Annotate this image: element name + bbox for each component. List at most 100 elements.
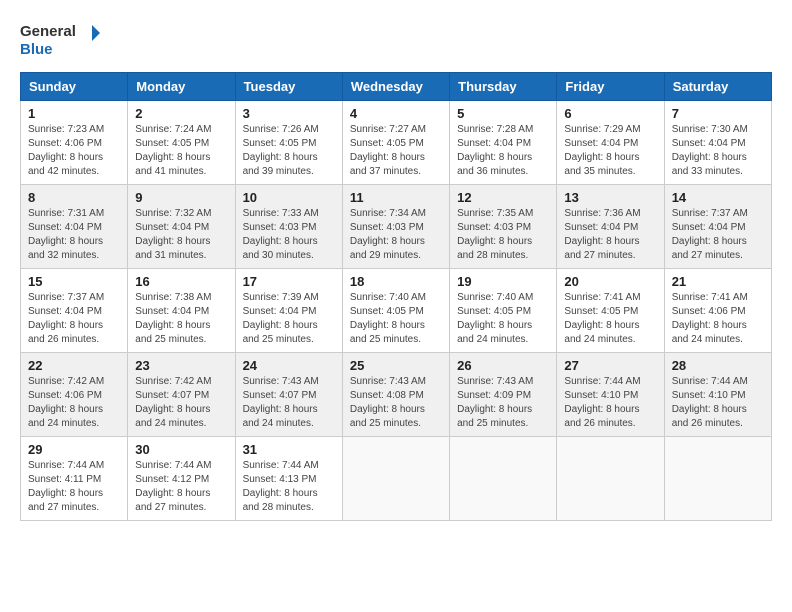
day-info: Sunrise: 7:44 AMSunset: 4:12 PMDaylight:… (135, 459, 227, 515)
day-info: Sunrise: 7:28 AMSunset: 4:04 PMDaylight:… (457, 123, 549, 179)
day-info: Sunrise: 7:34 AMSunset: 4:03 PMDaylight:… (350, 207, 442, 263)
calendar-week-row: 15Sunrise: 7:37 AMSunset: 4:04 PMDayligh… (21, 269, 772, 353)
day-info: Sunrise: 7:40 AMSunset: 4:05 PMDaylight:… (350, 291, 442, 347)
day-info: Sunrise: 7:35 AMSunset: 4:03 PMDaylight:… (457, 207, 549, 263)
day-info: Sunrise: 7:44 AMSunset: 4:10 PMDaylight:… (672, 375, 764, 431)
calendar-week-row: 22 Sunrise: 7:42 AMSunset: 4:06 PMDayligh… (21, 353, 772, 437)
calendar-cell: 14 Sunrise: 7:37 AMSunset: 4:04 PMDayligh… (664, 185, 771, 269)
calendar-cell: 18 Sunrise: 7:40 AMSunset: 4:05 PMDayligh… (342, 269, 449, 353)
day-info: Sunrise: 7:42 AMSunset: 4:06 PMDaylight:… (28, 375, 120, 431)
day-number: 21 (672, 274, 764, 289)
day-number: 31 (243, 442, 335, 457)
day-number: 13 (564, 190, 656, 205)
calendar-cell: 25Sunrise: 7:43 AMSunset: 4:08 PMDayligh… (342, 353, 449, 437)
svg-text:Blue: Blue (20, 41, 53, 58)
calendar-cell: 6 Sunrise: 7:29 AMSunset: 4:04 PMDaylight… (557, 101, 664, 185)
day-number: 28 (672, 358, 764, 373)
day-info: Sunrise: 7:43 AMSunset: 4:09 PMDaylight:… (457, 375, 549, 431)
day-number: 29 (28, 442, 120, 457)
day-number: 24 (243, 358, 335, 373)
day-info: Sunrise: 7:44 AMSunset: 4:10 PMDaylight:… (564, 375, 656, 431)
calendar-cell: 23Sunrise: 7:42 AMSunset: 4:07 PMDayligh… (128, 353, 235, 437)
day-info: Sunrise: 7:24 AMSunset: 4:05 PMDaylight:… (135, 123, 227, 179)
calendar-cell: 11Sunrise: 7:34 AMSunset: 4:03 PMDayligh… (342, 185, 449, 269)
calendar-cell (342, 437, 449, 521)
calendar-cell: 19 Sunrise: 7:40 AMSunset: 4:05 PMDayligh… (450, 269, 557, 353)
day-number: 12 (457, 190, 549, 205)
calendar-cell: 12 Sunrise: 7:35 AMSunset: 4:03 PMDayligh… (450, 185, 557, 269)
calendar-cell: 10 Sunrise: 7:33 AMSunset: 4:03 PMDayligh… (235, 185, 342, 269)
day-info: Sunrise: 7:32 AMSunset: 4:04 PMDaylight:… (135, 207, 227, 263)
day-info: Sunrise: 7:30 AMSunset: 4:04 PMDaylight:… (672, 123, 764, 179)
calendar-cell (450, 437, 557, 521)
day-number: 19 (457, 274, 549, 289)
day-number: 20 (564, 274, 656, 289)
day-info: Sunrise: 7:33 AMSunset: 4:03 PMDaylight:… (243, 207, 335, 263)
day-number: 10 (243, 190, 335, 205)
day-number: 7 (672, 106, 764, 121)
day-info: Sunrise: 7:40 AMSunset: 4:05 PMDaylight:… (457, 291, 549, 347)
day-number: 5 (457, 106, 549, 121)
day-info: Sunrise: 7:44 AMSunset: 4:11 PMDaylight:… (28, 459, 120, 515)
day-number: 2 (135, 106, 227, 121)
day-info: Sunrise: 7:43 AMSunset: 4:08 PMDaylight:… (350, 375, 442, 431)
day-info: Sunrise: 7:37 AMSunset: 4:04 PMDaylight:… (28, 291, 120, 347)
day-number: 6 (564, 106, 656, 121)
day-number: 30 (135, 442, 227, 457)
day-info: Sunrise: 7:39 AMSunset: 4:04 PMDaylight:… (243, 291, 335, 347)
day-number: 8 (28, 190, 120, 205)
calendar-cell (664, 437, 771, 521)
day-info: Sunrise: 7:27 AMSunset: 4:05 PMDaylight:… (350, 123, 442, 179)
calendar-week-row: 29 Sunrise: 7:44 AMSunset: 4:11 PMDayligh… (21, 437, 772, 521)
day-info: Sunrise: 7:41 AMSunset: 4:06 PMDaylight:… (672, 291, 764, 347)
calendar-cell: 21 Sunrise: 7:41 AMSunset: 4:06 PMDayligh… (664, 269, 771, 353)
calendar-cell: 3 Sunrise: 7:26 AMSunset: 4:05 PMDaylight… (235, 101, 342, 185)
calendar-cell: 4Sunrise: 7:27 AMSunset: 4:05 PMDaylight… (342, 101, 449, 185)
calendar-cell: 22 Sunrise: 7:42 AMSunset: 4:06 PMDayligh… (21, 353, 128, 437)
calendar-cell: 26 Sunrise: 7:43 AMSunset: 4:09 PMDayligh… (450, 353, 557, 437)
day-number: 27 (564, 358, 656, 373)
day-info: Sunrise: 7:26 AMSunset: 4:05 PMDaylight:… (243, 123, 335, 179)
calendar-cell: 20 Sunrise: 7:41 AMSunset: 4:05 PMDayligh… (557, 269, 664, 353)
calendar-table: SundayMondayTuesdayWednesdayThursdayFrid… (20, 72, 772, 521)
calendar-cell: 7 Sunrise: 7:30 AMSunset: 4:04 PMDaylight… (664, 101, 771, 185)
day-info: Sunrise: 7:29 AMSunset: 4:04 PMDaylight:… (564, 123, 656, 179)
calendar-cell: 27 Sunrise: 7:44 AMSunset: 4:10 PMDayligh… (557, 353, 664, 437)
day-number: 1 (28, 106, 120, 121)
day-number: 18 (350, 274, 442, 289)
calendar-cell: 9 Sunrise: 7:32 AMSunset: 4:04 PMDaylight… (128, 185, 235, 269)
col-header-wednesday: Wednesday (342, 73, 449, 101)
calendar-cell: 13Sunrise: 7:36 AMSunset: 4:04 PMDayligh… (557, 185, 664, 269)
logo-svg: General Blue (20, 20, 100, 62)
col-header-monday: Monday (128, 73, 235, 101)
calendar-cell: 24Sunrise: 7:43 AMSunset: 4:07 PMDayligh… (235, 353, 342, 437)
day-number: 9 (135, 190, 227, 205)
day-info: Sunrise: 7:23 AMSunset: 4:06 PMDaylight:… (28, 123, 120, 179)
col-header-thursday: Thursday (450, 73, 557, 101)
col-header-sunday: Sunday (21, 73, 128, 101)
day-info: Sunrise: 7:38 AMSunset: 4:04 PMDaylight:… (135, 291, 227, 347)
header: General Blue (20, 20, 772, 62)
day-info: Sunrise: 7:44 AMSunset: 4:13 PMDaylight:… (243, 459, 335, 515)
calendar-cell: 29 Sunrise: 7:44 AMSunset: 4:11 PMDayligh… (21, 437, 128, 521)
calendar-cell: 8 Sunrise: 7:31 AMSunset: 4:04 PMDaylight… (21, 185, 128, 269)
calendar-cell: 17 Sunrise: 7:39 AMSunset: 4:04 PMDayligh… (235, 269, 342, 353)
calendar-week-row: 8 Sunrise: 7:31 AMSunset: 4:04 PMDaylight… (21, 185, 772, 269)
day-number: 3 (243, 106, 335, 121)
calendar-cell: 15Sunrise: 7:37 AMSunset: 4:04 PMDayligh… (21, 269, 128, 353)
calendar-cell: 1 Sunrise: 7:23 AMSunset: 4:06 PMDaylight… (21, 101, 128, 185)
day-number: 26 (457, 358, 549, 373)
calendar-week-row: 1 Sunrise: 7:23 AMSunset: 4:06 PMDaylight… (21, 101, 772, 185)
day-number: 17 (243, 274, 335, 289)
calendar-cell (557, 437, 664, 521)
day-info: Sunrise: 7:42 AMSunset: 4:07 PMDaylight:… (135, 375, 227, 431)
day-info: Sunrise: 7:31 AMSunset: 4:04 PMDaylight:… (28, 207, 120, 263)
day-info: Sunrise: 7:41 AMSunset: 4:05 PMDaylight:… (564, 291, 656, 347)
day-info: Sunrise: 7:37 AMSunset: 4:04 PMDaylight:… (672, 207, 764, 263)
day-number: 14 (672, 190, 764, 205)
logo: General Blue (20, 20, 100, 62)
calendar-cell: 5 Sunrise: 7:28 AMSunset: 4:04 PMDaylight… (450, 101, 557, 185)
col-header-tuesday: Tuesday (235, 73, 342, 101)
calendar-cell: 30 Sunrise: 7:44 AMSunset: 4:12 PMDayligh… (128, 437, 235, 521)
day-number: 22 (28, 358, 120, 373)
